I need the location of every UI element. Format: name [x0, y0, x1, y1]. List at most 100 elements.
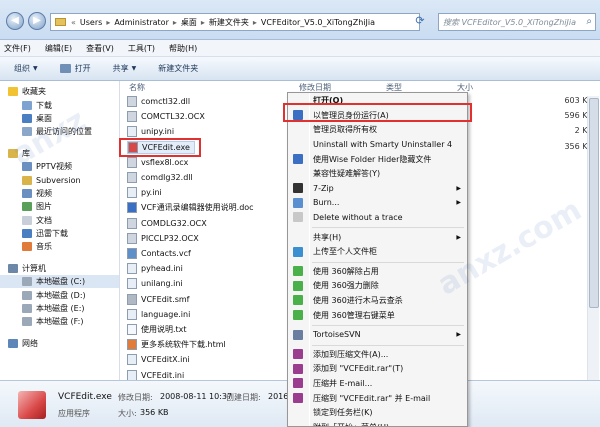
context-menu-item[interactable]: 管理员取得所有权 — [288, 123, 467, 136]
file-row[interactable]: 更多系统软件下载.html — [127, 338, 226, 351]
context-menu-item[interactable]: 锁定到任务栏(K) — [288, 406, 467, 419]
vertical-scrollbar[interactable] — [587, 96, 599, 380]
file-row[interactable]: language.ini — [127, 308, 190, 321]
file-icon — [127, 187, 137, 199]
address-bar[interactable]: « Users ▸ Administrator ▸ 桌面 ▸ 新建文件夹 ▸ VCFEd… — [50, 13, 420, 31]
file-row[interactable]: COMCTL32.OCX — [127, 110, 205, 123]
nav-drive-c[interactable]: 本地磁盘 (C:) — [0, 275, 119, 289]
file-row[interactable]: comdlg32.dll — [127, 171, 193, 184]
context-menu-item[interactable]: 使用 360强力删除 — [288, 279, 467, 292]
menu-item-icon — [293, 154, 303, 165]
context-menu-item[interactable]: 附到「开始」菜单(U) — [288, 421, 467, 426]
context-menu-item[interactable]: 添加到 "VCFEdit.rar"(T) — [288, 362, 467, 375]
nav-network[interactable]: 网络 — [0, 337, 119, 350]
context-menu-item[interactable]: Delete without a trace — [288, 211, 467, 224]
context-menu-item[interactable]: Burn... ▶ — [288, 196, 467, 209]
refresh-icon[interactable]: ⟳ — [412, 14, 428, 30]
context-menu-item[interactable]: 使用 360进行木马云查杀 — [288, 294, 467, 307]
context-menu-item[interactable]: 压缩并 E-mail... — [288, 377, 467, 390]
forward-arrow-icon[interactable]: ▶ — [28, 12, 46, 30]
file-row[interactable]: comctl32.dll — [127, 95, 190, 108]
chevron-down-icon: ▼ — [33, 65, 38, 72]
menu-edit[interactable]: 编辑(E) — [45, 43, 72, 54]
column-name[interactable]: 名称 — [129, 82, 145, 93]
file-row[interactable]: VCFEdit.smf — [127, 293, 189, 306]
nav-libraries[interactable]: 库 — [0, 147, 119, 160]
menu-item-icon — [293, 393, 303, 404]
breadcrumb-desktop[interactable]: 桌面 — [181, 17, 197, 28]
nav-videos[interactable]: 视频 — [0, 187, 119, 200]
file-icon — [127, 217, 137, 229]
share-button[interactable]: 共享 ▼ — [113, 63, 137, 74]
new-folder-button[interactable]: 新建文件夹 — [158, 63, 198, 74]
menu-item-label: 7-Zip — [313, 183, 334, 193]
menu-help[interactable]: 帮助(H) — [169, 43, 197, 54]
search-input[interactable]: 搜索 VCFEditor_V5.0_XiTongZhiJia ⌕ — [438, 13, 596, 31]
nav-downloads[interactable]: 下载 — [0, 98, 119, 111]
context-menu-item[interactable]: 使用 360解除占用 — [288, 265, 467, 278]
nav-recent[interactable]: 最近访问的位置 — [0, 125, 119, 138]
menu-item-label: 添加到压缩文件(A)... — [313, 349, 389, 359]
nav-desktop[interactable]: 桌面 — [0, 112, 119, 125]
nav-pictures[interactable]: 图片 — [0, 200, 119, 213]
breadcrumb-current[interactable]: VCFEditor_V5.0_XiTongZhiJia — [261, 18, 375, 27]
breadcrumb-administrator[interactable]: Administrator — [114, 18, 169, 27]
file-icon — [127, 293, 137, 305]
nav-favorites[interactable]: 收藏夹 — [0, 85, 119, 98]
nav-drive-f[interactable]: 本地磁盘 (F:) — [0, 315, 119, 328]
context-menu-item[interactable]: 7-Zip ▶ — [288, 182, 467, 195]
drive-icon — [22, 290, 32, 300]
context-menu-item[interactable]: 上传至个人文件柜 — [288, 245, 467, 258]
breadcrumb-new-folder[interactable]: 新建文件夹 — [209, 17, 249, 28]
search-icon: ⌕ — [586, 16, 592, 27]
file-row[interactable]: vsflex8l.ocx — [127, 156, 188, 169]
scrollbar-thumb[interactable] — [589, 98, 599, 308]
file-icon — [127, 232, 137, 244]
context-menu-item[interactable]: 使用Wise Folder Hider隐藏文件 — [288, 152, 467, 165]
search-placeholder: 搜索 VCFEditor_V5.0_XiTongZhiJia — [443, 18, 576, 27]
menu-tools[interactable]: 工具(T) — [128, 43, 155, 54]
menu-item-label: 压缩并 E-mail... — [313, 378, 373, 388]
file-row[interactable]: VCF通讯录编辑器使用说明.doc — [127, 201, 254, 214]
file-size: 356 KB — [564, 141, 593, 151]
back-arrow-icon[interactable]: ◀ — [6, 12, 24, 30]
nav-subversion[interactable]: Subversion — [0, 173, 119, 186]
file-row[interactable]: py.ini — [127, 186, 162, 199]
file-row[interactable]: unipy.ini — [127, 125, 174, 138]
nav-music[interactable]: 音乐 — [0, 240, 119, 253]
file-row[interactable]: Contacts.vcf — [127, 247, 191, 260]
context-menu-item[interactable]: Uninstall with Smarty Uninstaller 4 — [288, 138, 467, 151]
context-menu-item[interactable]: 兼容性疑难解答(Y) — [288, 167, 467, 180]
context-menu-item[interactable]: 共享(H) ▶ — [288, 230, 467, 243]
file-row[interactable]: pyhead.ini — [127, 262, 183, 275]
nav-pptv[interactable]: PPTV视频 — [0, 160, 119, 173]
file-row[interactable]: VCFEdit.ini — [127, 369, 184, 380]
menu-file[interactable]: 文件(F) — [4, 43, 31, 54]
file-name: VCFEdit.smf — [141, 294, 190, 304]
nav-drive-d[interactable]: 本地磁盘 (D:) — [0, 288, 119, 301]
menu-item-label: 共享(H) — [313, 232, 342, 242]
nav-computer[interactable]: 计算机 — [0, 262, 119, 275]
context-menu-item[interactable]: 添加到压缩文件(A)... — [288, 348, 467, 361]
menu-item-icon — [293, 329, 303, 340]
file-name: vsflex8l.ocx — [141, 157, 189, 167]
file-name: Contacts.vcf — [141, 249, 191, 258]
file-row[interactable]: unilang.ini — [127, 277, 183, 290]
nav-drive-e[interactable]: 本地磁盘 (E:) — [0, 302, 119, 315]
file-row[interactable]: VCFEditX.ini — [127, 353, 190, 366]
menu-view[interactable]: 查看(V) — [86, 43, 114, 54]
file-row[interactable]: 使用说明.txt — [127, 323, 187, 336]
context-menu-item[interactable]: 使用 360管理右键菜单 — [288, 308, 467, 321]
nav-documents[interactable]: 文档 — [0, 214, 119, 227]
address-bar-region: ◀ ▶ « Users ▸ Administrator ▸ 桌面 ▸ 新建文件夹 ▸ V… — [0, 0, 600, 40]
drive-icon — [22, 317, 32, 327]
context-menu-item[interactable]: 压缩到 "VCFEdit.rar" 并 E-mail — [288, 391, 467, 404]
nav-thunder[interactable]: 迅雷下载 — [0, 227, 119, 240]
organize-button[interactable]: 组织 ▼ — [14, 63, 38, 74]
file-row[interactable]: COMDLG32.OCX — [127, 217, 207, 230]
context-menu-item[interactable]: TortoiseSVN ▶ — [288, 328, 467, 341]
breadcrumb-users[interactable]: Users — [80, 18, 102, 27]
open-button[interactable]: 打开 — [59, 63, 91, 74]
file-row[interactable]: PICCLP32.OCX — [127, 232, 199, 245]
menu-item-icon — [293, 280, 303, 291]
